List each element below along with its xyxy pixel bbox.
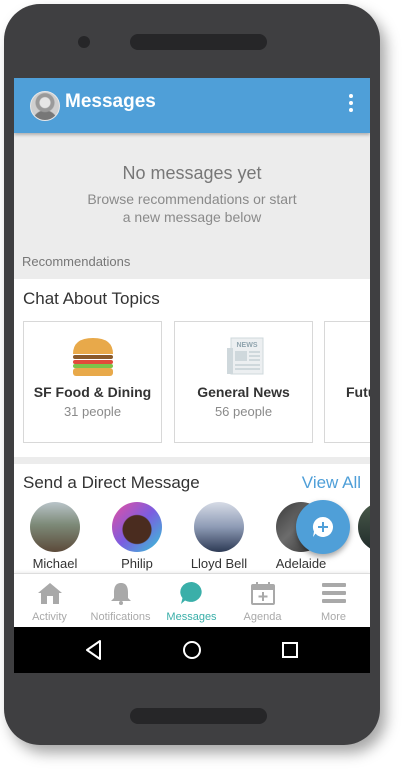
avatar bbox=[194, 502, 244, 552]
avatar bbox=[112, 502, 162, 552]
tab-label: More bbox=[320, 611, 347, 623]
tab-agenda[interactable]: Agenda bbox=[227, 574, 298, 628]
topics-card: Chat About Topics SF Food & Dining 31 pe… bbox=[14, 279, 370, 457]
new-message-button[interactable] bbox=[296, 500, 350, 554]
topics-title: Chat About Topics bbox=[23, 289, 160, 308]
bottom-speaker bbox=[130, 708, 267, 724]
bell-icon bbox=[110, 583, 131, 605]
front-camera bbox=[78, 36, 90, 48]
empty-state-subtitle-line1: Browse recommendations or start bbox=[87, 191, 297, 207]
new-chat-icon bbox=[312, 516, 334, 537]
home-button-icon[interactable] bbox=[179, 637, 205, 663]
view-all-link[interactable]: View All bbox=[302, 473, 361, 493]
avatar bbox=[30, 502, 80, 552]
tab-label: Notifications bbox=[90, 611, 151, 623]
topic-tile-news[interactable]: NEWS General News 56 people bbox=[174, 321, 313, 443]
direct-message-title: Send a Direct Message bbox=[23, 473, 200, 492]
person-lloyd-bell[interactable]: Lloyd Bell bbox=[183, 502, 255, 571]
menu-icon bbox=[321, 583, 346, 603]
empty-state-title: No messages yet bbox=[122, 163, 262, 183]
home-icon bbox=[37, 583, 62, 604]
recent-apps-icon[interactable] bbox=[277, 637, 303, 663]
person-name: Lloyd Bell bbox=[190, 556, 248, 571]
empty-state-subtitle-line2: a new message below bbox=[122, 209, 262, 225]
tab-messages[interactable]: Messages bbox=[156, 574, 227, 628]
newspaper-icon-text: NEWS bbox=[237, 342, 258, 349]
topic-count: 56 people bbox=[214, 404, 273, 419]
tab-label: Messages bbox=[166, 611, 217, 623]
person-name: Adelaide bbox=[275, 556, 327, 571]
back-icon[interactable] bbox=[81, 637, 107, 663]
recommendations-label: Recommendations bbox=[22, 254, 131, 269]
topic-name: Futu bbox=[346, 384, 370, 400]
bottom-tab-bar: Activity Notifications Messages Agenda M… bbox=[14, 573, 370, 628]
person-michael[interactable]: Michael bbox=[19, 502, 91, 571]
page-title: Messages bbox=[65, 91, 156, 112]
topic-count: 31 people bbox=[63, 404, 122, 419]
person-name: Philip bbox=[121, 556, 153, 571]
topic-name: SF Food & Dining bbox=[33, 384, 152, 400]
person-partial[interactable]: N bbox=[347, 502, 370, 571]
profile-avatar[interactable] bbox=[30, 91, 60, 121]
burger-icon bbox=[73, 338, 113, 376]
avatar bbox=[358, 502, 370, 552]
person-name: N bbox=[347, 556, 370, 571]
chat-icon bbox=[179, 581, 202, 604]
tab-more[interactable]: More bbox=[298, 574, 369, 628]
person-name: Michael bbox=[32, 556, 78, 571]
tab-activity[interactable]: Activity bbox=[14, 574, 85, 628]
topic-name: General News bbox=[197, 384, 290, 400]
topic-tile-food[interactable]: SF Food & Dining 31 people bbox=[23, 321, 162, 443]
tab-label: Activity bbox=[32, 611, 67, 623]
topic-tile-partial[interactable]: Futu bbox=[324, 321, 370, 443]
screen: Messages No messages yet Browse recommen… bbox=[14, 78, 370, 673]
calendar-icon bbox=[250, 582, 275, 605]
overflow-menu-icon[interactable] bbox=[348, 94, 354, 116]
empty-state-subtitle: Browse recommendations or start a new me… bbox=[74, 190, 310, 226]
newspaper-icon: NEWS bbox=[227, 337, 264, 375]
android-nav-bar bbox=[14, 627, 370, 673]
app-bar: Messages bbox=[14, 78, 370, 133]
person-philip[interactable]: Philip bbox=[101, 502, 173, 571]
tab-label: Agenda bbox=[243, 611, 282, 623]
earpiece-speaker bbox=[130, 34, 267, 50]
tab-notifications[interactable]: Notifications bbox=[85, 574, 156, 628]
